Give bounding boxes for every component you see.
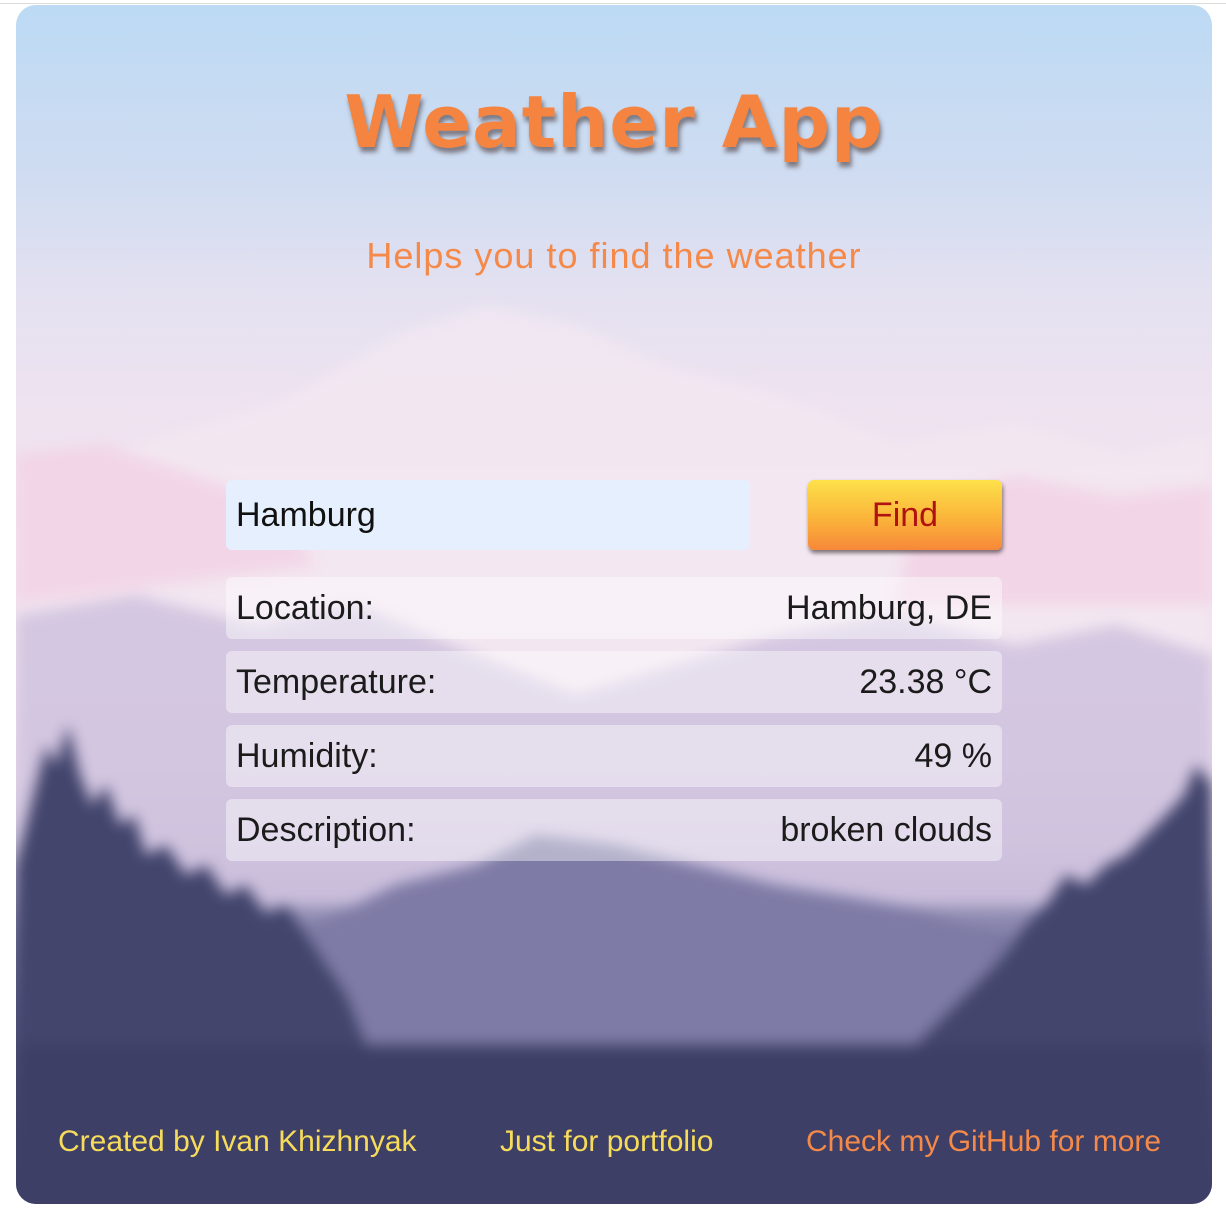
description-value: broken clouds	[780, 810, 992, 849]
top-divider	[0, 3, 1226, 4]
city-search-input[interactable]	[226, 480, 750, 550]
location-label: Location:	[236, 588, 374, 627]
footer-note: Just for portfolio	[500, 1125, 714, 1158]
humidity-row: Humidity: 49 %	[226, 725, 1002, 787]
github-link[interactable]: Check my GitHub for more	[806, 1125, 1161, 1159]
page-subtitle: Helps you to find the weather	[366, 235, 862, 276]
temperature-value: 23.38 °C	[859, 662, 992, 701]
find-button[interactable]: Find	[808, 480, 1002, 550]
temperature-row: Temperature: 23.38 °C	[226, 651, 1002, 713]
location-value: Hamburg, DE	[786, 588, 992, 627]
temperature-label: Temperature:	[236, 662, 437, 701]
description-label: Description:	[236, 810, 416, 849]
humidity-label: Humidity:	[236, 736, 378, 775]
description-row: Description: broken clouds	[226, 799, 1002, 861]
location-row: Location: Hamburg, DE	[226, 577, 1002, 639]
footer-credit: Created by Ivan Khizhnyak	[58, 1125, 417, 1158]
weather-app-card: Weather App Helps you to find the weathe…	[16, 5, 1212, 1204]
page-title: Weather App	[344, 80, 884, 164]
humidity-value: 49 %	[914, 736, 993, 775]
